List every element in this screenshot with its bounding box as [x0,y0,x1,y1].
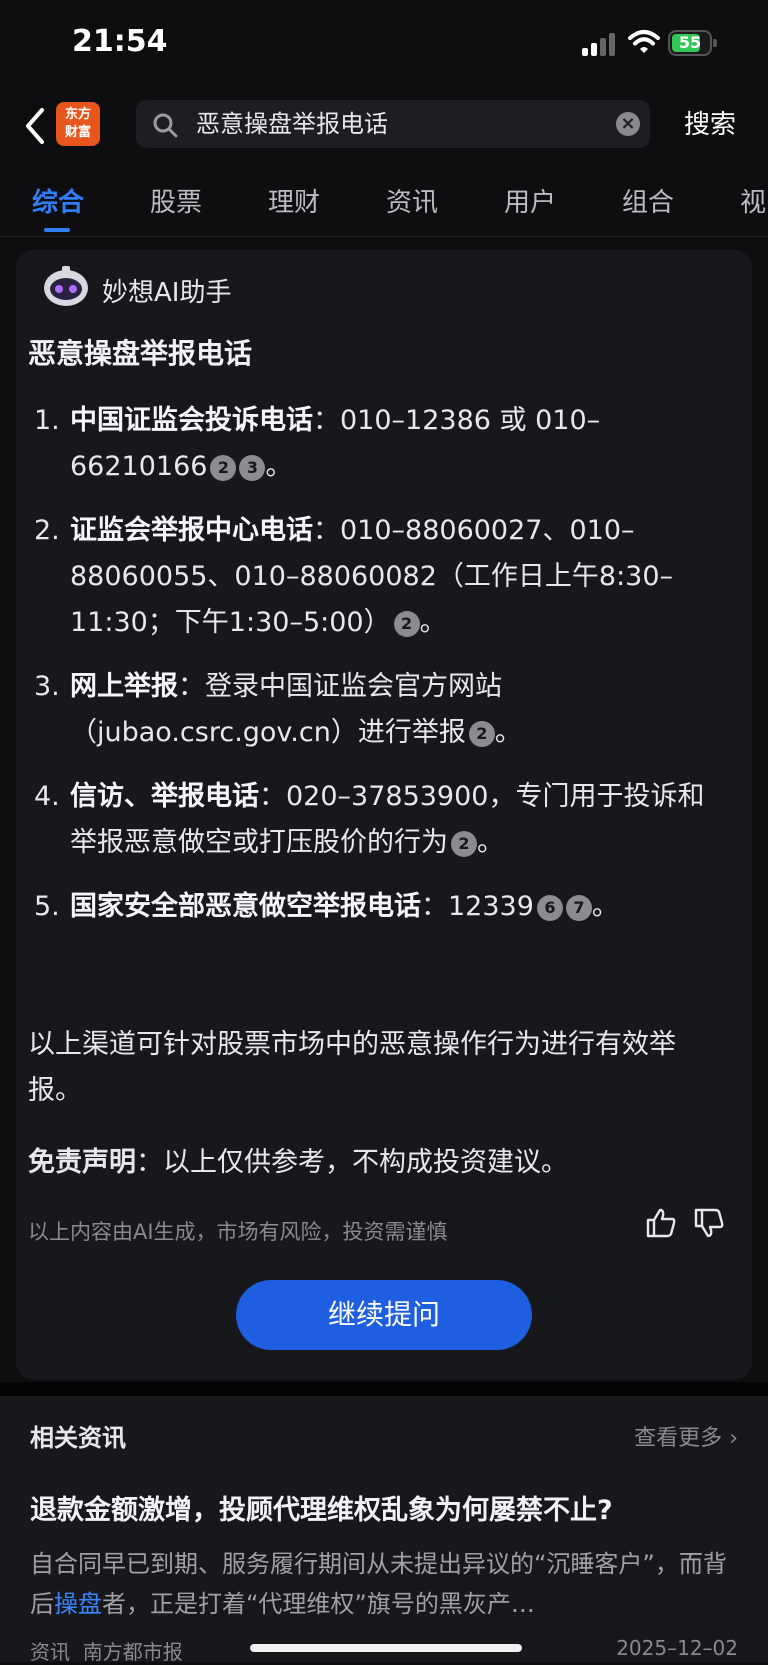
home-indicator[interactable] [250,1644,522,1652]
news-article-title[interactable]: 退款金额激增，投顾代理维权乱象为何屡禁不止? [30,1488,613,1527]
item-text: ：12339 [421,891,534,922]
status-bar: 21:54 55 [0,0,768,88]
list-number: 1. [34,405,60,436]
logo-text-top: 东方 [64,107,91,122]
logo-text-bottom: 财富 [64,125,91,140]
list-item: 5. 国家安全部恶意做空举报电话：12339 6 7。 [34,884,724,930]
thumbs-up-icon[interactable] [644,1206,678,1240]
item-heading: 中国证监会投诉电话 [70,405,313,436]
list-item: 1. 中国证监会投诉电话：010–12386 或 010–66210166 2 3。 [34,398,724,490]
answer-title: 恶意操盘举报电话 [28,337,253,370]
news-snippet[interactable]: 自合同早已到期、服务履行期间从未提出异议的“沉睡客户”，而背后操盘者，正是打着“… [30,1544,738,1624]
tab-wealth[interactable]: 理财 [268,182,320,219]
disclaimer: 免责声明：以上仅供参考，不构成投资建议。 [28,1140,568,1179]
citation-badge[interactable]: 7 [565,894,592,921]
ai-generated-note: 以上内容由AI生成，市场有风险，投资需谨慎 [28,1220,448,1244]
view-more-label: 查看更多 [634,1426,723,1451]
chevron-right-icon: › [729,1426,738,1451]
news-date: 2025–12–02 [616,1636,738,1660]
item-heading: 国家安全部恶意做空举报电话 [70,891,421,922]
list-item: 4. 信访、举报电话：020–37853900，专门用于投诉和举报恶意做空或打压股… [34,774,724,866]
list-item: 2. 证监会举报中心电话：010–88060027、010–88060055、01… [34,508,724,646]
tab-video[interactable]: 视 [740,182,766,219]
list-item: 3. 网上举报：登录中国证监会官方网站（jubao.csrc.gov.cn）进行举… [34,664,724,756]
disclaimer-label: 免责声明 [28,1147,136,1178]
disclaimer-text: ：以上仅供参考，不构成投资建议。 [136,1147,568,1178]
tab-portfolios[interactable]: 组合 [622,182,674,219]
tab-users[interactable]: 用户 [504,182,556,219]
item-tail: 。 [419,607,447,638]
snippet-text: 者，正是打着“代理维权”旗号的黑灰产… [102,1590,535,1618]
citation-badge[interactable]: 6 [536,894,563,921]
item-heading: 网上举报 [70,671,178,702]
active-tab-indicator [44,228,70,232]
category-tabs: 综合 股票 理财 资讯 用户 组合 视 [0,170,768,237]
item-tail: 。 [265,451,293,482]
list-number: 3. [34,671,60,702]
continue-asking-button[interactable]: 继续提问 [236,1280,532,1350]
citation-badge[interactable]: 3 [239,454,266,481]
tab-comprehensive[interactable]: 综合 [32,182,84,219]
thumbs-down-icon[interactable] [692,1206,726,1240]
citation-badge[interactable]: 2 [393,610,420,637]
citation-badge[interactable]: 2 [451,830,477,857]
ai-answer-card: 妙想AI助手 恶意操盘举报电话 1. 中国证监会投诉电话：010–12386 或 … [16,250,752,1380]
cellular-signal-icon [582,32,618,56]
item-tail: 。 [494,717,522,748]
citation-badge[interactable]: 2 [468,720,495,747]
clock: 21:54 [72,24,168,59]
back-arrow-icon[interactable] [20,102,50,150]
citation-badge[interactable]: 2 [210,454,237,481]
eastmoney-logo[interactable]: 东方 财富 [56,102,100,146]
search-header: 东方 财富 恶意操盘举报电话 × 搜索 [0,92,768,160]
related-news-section: 相关资讯 查看更多 › 退款金额激增，投顾代理维权乱象为何屡禁不止? 自合同早已… [0,1396,768,1665]
source-type: 资讯 [30,1640,70,1664]
highlighted-keyword: 操盘 [54,1590,102,1618]
search-query: 恶意操盘举报电话 [196,110,388,138]
tab-news[interactable]: 资讯 [386,182,438,219]
search-button[interactable]: 搜索 [684,104,736,141]
wifi-icon [628,30,660,53]
answer-summary: 以上渠道可针对股票市场中的恶意操作行为进行有效举报。 [28,1029,676,1106]
robot-avatar-icon [44,266,88,306]
news-source: 资讯 南方都市报 [30,1636,183,1665]
search-input[interactable]: 恶意操盘举报电话 × [136,100,650,148]
item-heading: 信访、举报电话 [70,781,259,812]
item-tail: 。 [591,891,619,922]
battery-icon: 55 [668,30,717,56]
section-heading: 相关资讯 [30,1424,126,1452]
item-tail: 。 [477,827,504,858]
list-number: 5. [34,891,60,922]
item-heading: 证监会举报中心电话 [70,515,313,546]
battery-level: 55 [678,33,702,52]
source-name: 南方都市报 [82,1640,183,1664]
answer-list: 1. 中国证监会投诉电话：010–12386 或 010–66210166 2 3。 … [34,398,724,948]
tab-stocks[interactable]: 股票 [150,182,202,219]
list-number: 2. [34,515,60,546]
clear-search-icon[interactable]: × [616,112,640,136]
search-icon [153,113,178,138]
assistant-name: 妙想AI助手 [102,278,232,308]
list-number: 4. [34,781,60,812]
section-divider [0,1382,768,1396]
view-more-link[interactable]: 查看更多 › [634,1420,738,1452]
